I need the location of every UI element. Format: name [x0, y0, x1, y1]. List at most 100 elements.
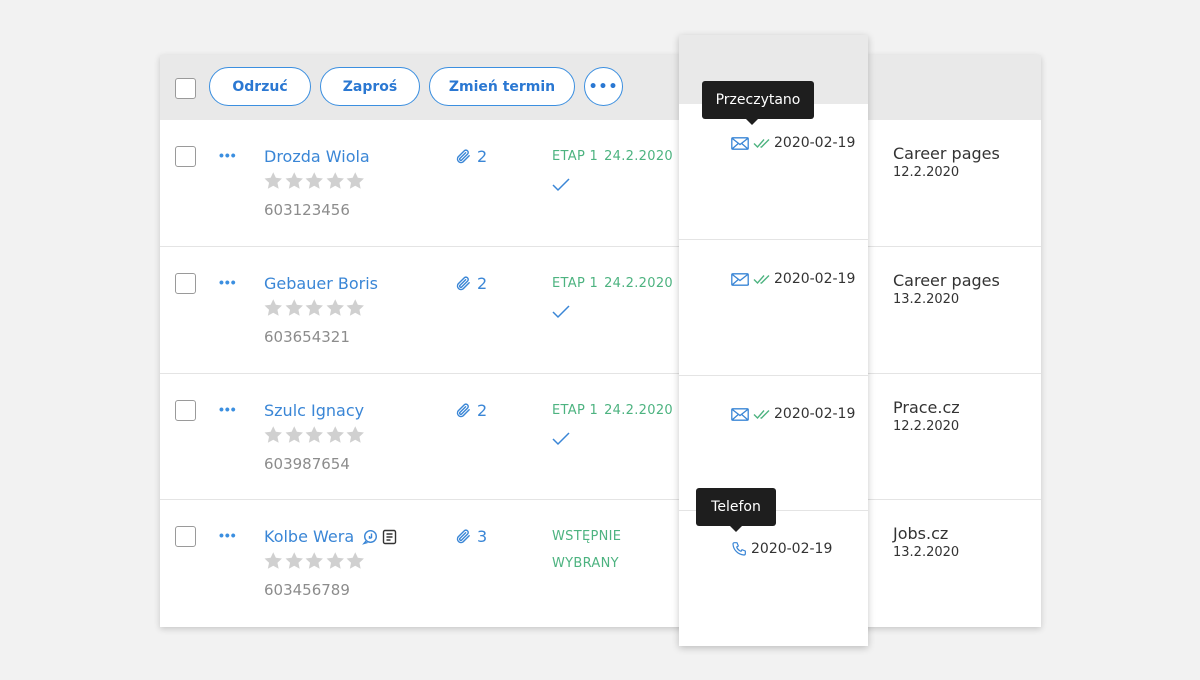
- stage-label: WSTĘPNIE: [552, 529, 622, 544]
- envelope-icon: [731, 272, 749, 286]
- table-row: ••• Drozda Wiola 603123456 2 ETAP 1 24.2.…: [160, 120, 1041, 247]
- tooltip-arrow: [746, 119, 758, 125]
- chat-icon[interactable]: [362, 529, 378, 545]
- stage-label: ETAP 1 24.2.2020: [552, 403, 673, 418]
- select-all-checkbox[interactable]: [175, 78, 196, 99]
- double-check-icon: [753, 139, 770, 149]
- contact-column-highlight: 2020-02-19 2020-02-19 2020-02-19 2020-02…: [679, 35, 868, 646]
- candidate-phone: 603654321: [264, 328, 350, 346]
- tooltip-arrow: [730, 526, 742, 532]
- rating-stars[interactable]: [263, 171, 366, 191]
- star-icon[interactable]: [345, 298, 366, 318]
- reject-button[interactable]: Odrzuć: [209, 67, 311, 106]
- candidate-name[interactable]: Szulc Ignacy: [264, 401, 364, 420]
- row-menu-button[interactable]: •••: [219, 274, 237, 290]
- contact-date: 2020-02-19: [774, 271, 856, 287]
- stage-label: ETAP 1 24.2.2020: [552, 276, 673, 291]
- double-check-icon: [753, 410, 770, 420]
- candidate-phone: 603123456: [264, 201, 350, 219]
- candidate-name[interactable]: Drozda Wiola: [264, 147, 370, 166]
- stage-label-line2: WYBRANY: [552, 556, 619, 571]
- star-icon[interactable]: [263, 171, 284, 191]
- rating-stars[interactable]: [263, 425, 366, 445]
- table-row: ••• Kolbe Wera 603456789 3 WSTĘPNIE WYBR…: [160, 500, 1041, 627]
- row-menu-button[interactable]: •••: [219, 401, 237, 417]
- attachments-count: 2: [477, 274, 488, 293]
- row-checkbox[interactable]: [175, 273, 196, 294]
- divider: [679, 375, 868, 376]
- star-icon[interactable]: [345, 551, 366, 571]
- rating-stars[interactable]: [263, 298, 366, 318]
- star-icon[interactable]: [263, 298, 284, 318]
- source-date: 13.2.2020: [893, 292, 960, 307]
- candidate-phone: 603456789: [264, 581, 350, 599]
- row-menu-button[interactable]: •••: [219, 527, 237, 543]
- check-icon: [552, 178, 570, 192]
- envelope-icon: [731, 407, 749, 421]
- contact-date: 2020-02-19: [774, 406, 856, 422]
- contact-date: 2020-02-19: [774, 135, 856, 151]
- more-actions-button[interactable]: •••: [584, 67, 623, 106]
- source-name: Jobs.cz: [893, 524, 949, 543]
- star-icon[interactable]: [325, 425, 346, 445]
- attachments-link[interactable]: 2: [455, 401, 487, 420]
- star-icon[interactable]: [304, 551, 325, 571]
- row-checkbox[interactable]: [175, 526, 196, 547]
- attachments-count: 2: [477, 147, 488, 166]
- star-icon[interactable]: [325, 298, 346, 318]
- reschedule-button[interactable]: Zmień termin: [429, 67, 575, 106]
- stage-label: ETAP 1 24.2.2020: [552, 149, 673, 164]
- star-icon[interactable]: [325, 551, 346, 571]
- contact-status[interactable]: 2020-02-19: [731, 271, 855, 287]
- rating-stars[interactable]: [263, 551, 366, 571]
- star-icon[interactable]: [345, 171, 366, 191]
- attachments-link[interactable]: 2: [455, 274, 487, 293]
- note-icon[interactable]: [382, 529, 397, 545]
- row-checkbox[interactable]: [175, 146, 196, 167]
- star-icon[interactable]: [325, 171, 346, 191]
- star-icon[interactable]: [284, 171, 305, 191]
- check-icon: [552, 432, 570, 446]
- star-icon[interactable]: [263, 425, 284, 445]
- paperclip-icon: [456, 529, 470, 544]
- invite-button[interactable]: Zaproś: [320, 67, 420, 106]
- check-icon: [552, 305, 570, 319]
- source-date: 12.2.2020: [893, 419, 960, 434]
- paperclip-icon: [456, 276, 470, 291]
- attachments-link[interactable]: 3: [455, 527, 487, 546]
- envelope-icon: [731, 136, 749, 150]
- attachments-count: 2: [477, 401, 488, 420]
- star-icon[interactable]: [345, 425, 366, 445]
- candidate-name[interactable]: Gebauer Boris: [264, 274, 378, 293]
- divider: [679, 239, 868, 240]
- row-menu-button[interactable]: •••: [219, 147, 237, 163]
- star-icon[interactable]: [263, 551, 284, 571]
- tooltip-phone: Telefon: [696, 488, 776, 532]
- star-icon[interactable]: [304, 425, 325, 445]
- source-date: 12.2.2020: [893, 165, 960, 180]
- row-checkbox[interactable]: [175, 400, 196, 421]
- tooltip-read: Przeczytano: [702, 81, 814, 125]
- star-icon[interactable]: [304, 298, 325, 318]
- candidate-name[interactable]: Kolbe Wera: [264, 527, 397, 546]
- source-date: 13.2.2020: [893, 545, 960, 560]
- table-row: ••• Gebauer Boris 603654321 2 ETAP 1 24.2…: [160, 247, 1041, 374]
- attachments-link[interactable]: 2: [455, 147, 487, 166]
- star-icon[interactable]: [284, 551, 305, 571]
- contact-status[interactable]: 2020-02-19: [731, 135, 855, 151]
- attachments-count: 3: [477, 527, 488, 546]
- source-name: Prace.cz: [893, 398, 960, 417]
- star-icon[interactable]: [284, 298, 305, 318]
- table-row: ••• Szulc Ignacy 603987654 2 ETAP 1 24.2.…: [160, 374, 1041, 500]
- source-name: Career pages: [893, 271, 1000, 290]
- candidates-table: Odrzuć Zaproś Zmień termin ••• ••• Drozd…: [160, 55, 1041, 627]
- double-check-icon: [753, 275, 770, 285]
- paperclip-icon: [456, 403, 470, 418]
- bulk-action-toolbar: Odrzuć Zaproś Zmień termin •••: [160, 55, 1041, 120]
- star-icon[interactable]: [284, 425, 305, 445]
- source-name: Career pages: [893, 144, 1000, 163]
- contact-status[interactable]: 2020-02-19: [731, 406, 855, 422]
- paperclip-icon: [456, 149, 470, 164]
- contact-status[interactable]: 2020-02-19: [731, 541, 832, 557]
- star-icon[interactable]: [304, 171, 325, 191]
